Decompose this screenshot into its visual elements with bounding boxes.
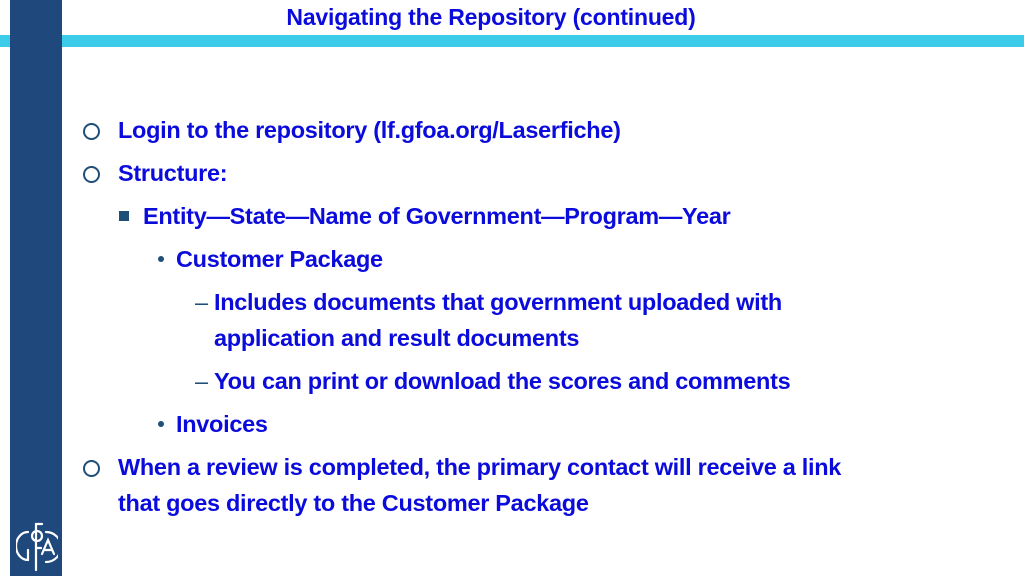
bullet-text: Login to the repository (lf.gfoa.org/Las… bbox=[118, 117, 621, 143]
dot-bullet-icon bbox=[158, 256, 164, 262]
circle-bullet-icon bbox=[83, 166, 100, 183]
left-sidebar-bar bbox=[10, 0, 62, 576]
bullet-text-line-1: When a review is completed, the primary … bbox=[118, 454, 842, 480]
bullet-item-print-download: – You can print or download the scores a… bbox=[80, 363, 1000, 399]
dash-bullet-icon: – bbox=[195, 368, 208, 394]
slide-title-text: Navigating the Repository (continued) bbox=[286, 4, 696, 30]
circle-bullet-icon bbox=[83, 123, 100, 140]
bullet-text: Customer Package bbox=[176, 246, 383, 272]
bullet-text: Structure: bbox=[118, 160, 228, 186]
circle-bullet-icon bbox=[83, 460, 100, 477]
bullet-item-login: Login to the repository (lf.gfoa.org/Las… bbox=[80, 112, 1000, 148]
bullet-list: Login to the repository (lf.gfoa.org/Las… bbox=[80, 112, 1000, 521]
bullet-text-line-1: Includes documents that government uploa… bbox=[214, 289, 782, 315]
bullet-text-line-2: that goes directly to the Customer Packa… bbox=[118, 490, 589, 516]
bullet-item-structure: Structure: bbox=[80, 155, 1000, 191]
bullet-text: You can print or download the scores and… bbox=[214, 368, 791, 394]
bullet-item-invoices: Invoices bbox=[80, 406, 1000, 442]
logo-g-arc bbox=[16, 530, 30, 562]
logo-a bbox=[40, 537, 56, 556]
square-bullet-icon bbox=[119, 211, 129, 221]
dot-bullet-icon bbox=[158, 421, 164, 427]
bullet-item-entity-path: Entity—State—Name of Government—Program—… bbox=[80, 198, 1000, 234]
bullet-text-line-2: application and result documents bbox=[214, 325, 580, 351]
gfoa-logo-icon bbox=[16, 522, 58, 572]
bullet-text: Entity—State—Name of Government—Program—… bbox=[143, 203, 731, 229]
bullet-item-review-completed: When a review is completed, the primary … bbox=[80, 449, 1000, 521]
slide-title: Navigating the Repository (continued) bbox=[0, 4, 1000, 31]
bullet-item-customer-package: Customer Package bbox=[80, 241, 1000, 277]
bullet-text: Invoices bbox=[176, 411, 268, 437]
bullet-item-includes-documents: – Includes documents that government upl… bbox=[80, 284, 1000, 356]
header-accent-band bbox=[0, 35, 1024, 47]
dash-bullet-icon: – bbox=[195, 289, 208, 315]
